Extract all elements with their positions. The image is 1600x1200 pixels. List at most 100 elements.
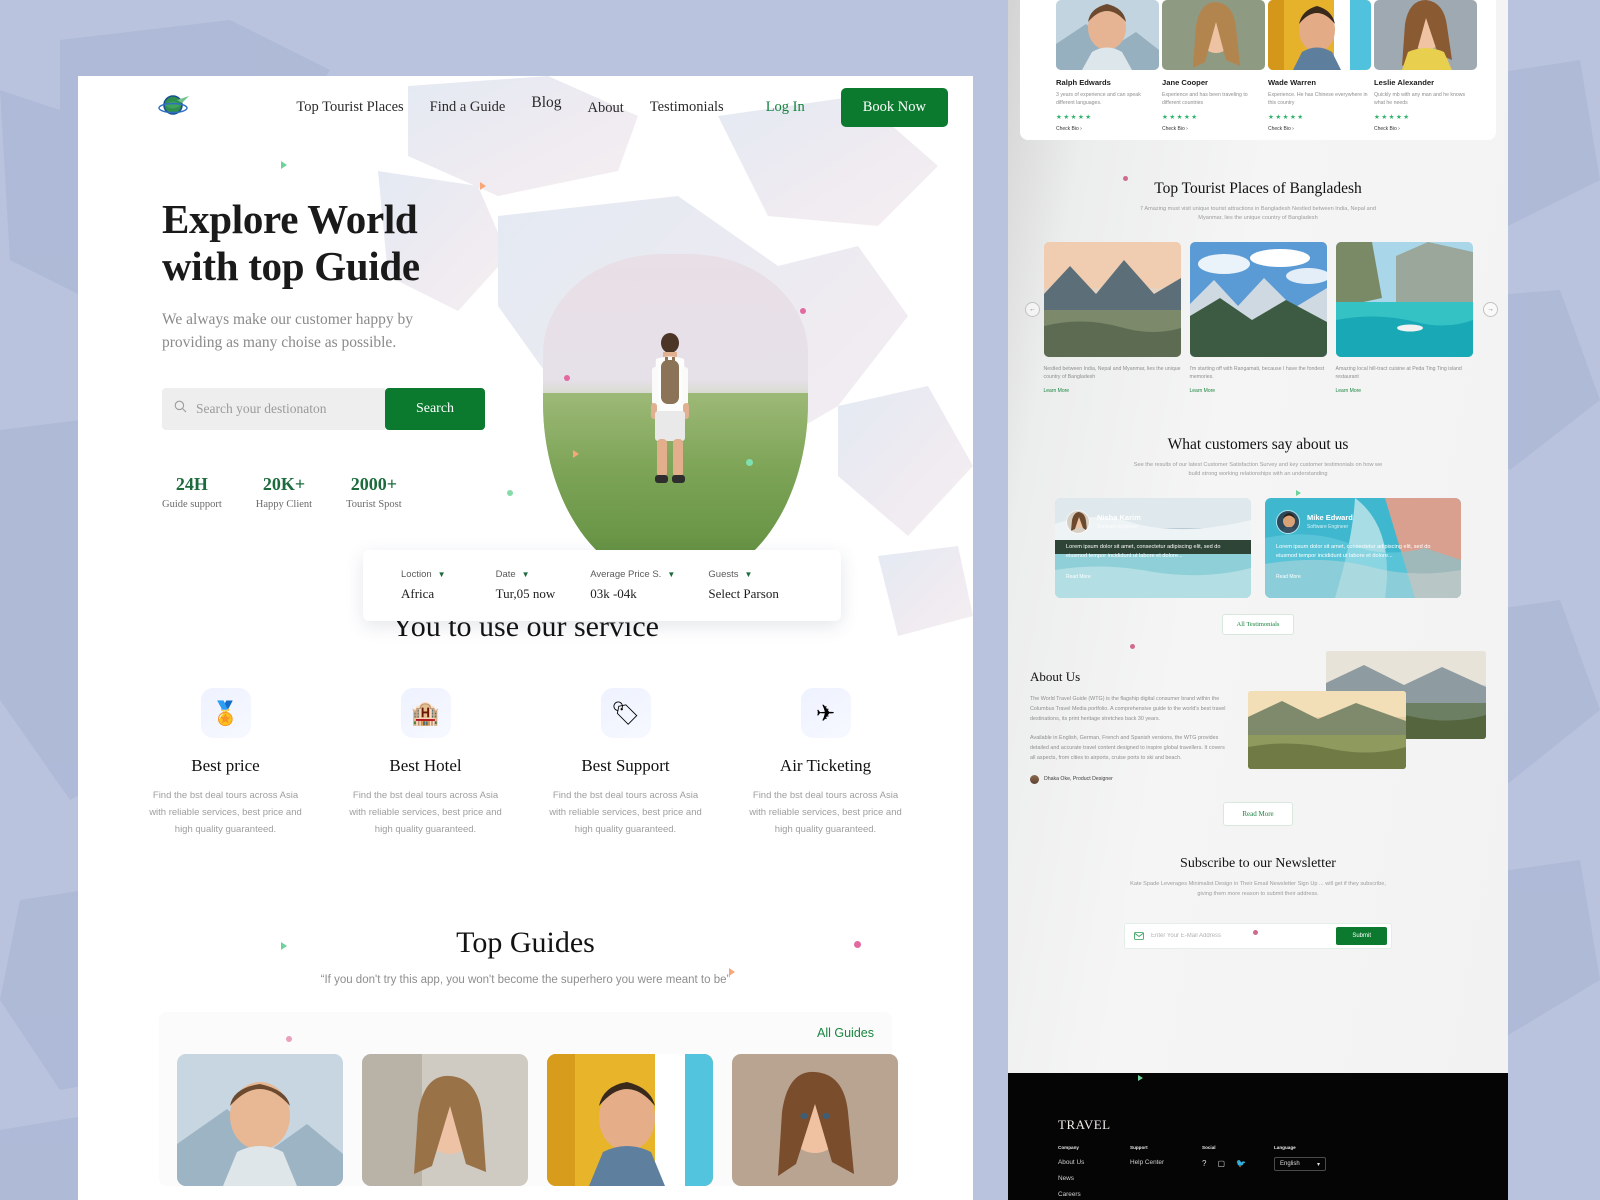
nav-item-testimonials[interactable]: Testimonials — [650, 99, 724, 116]
chevron-down-icon[interactable]: ▼ — [667, 570, 675, 579]
guide-card[interactable] — [547, 1054, 713, 1187]
filter-location[interactable]: Loction ▼ Africa — [401, 569, 496, 602]
decor-dot — [564, 375, 570, 381]
learn-more-link[interactable]: Learn More — [1336, 388, 1473, 394]
footer-link-help-center[interactable]: Help Center — [1130, 1159, 1202, 1166]
guide-name: Wade Warren — [1268, 78, 1316, 87]
nav-item-find-a-guide[interactable]: Find a Guide — [430, 99, 506, 116]
left-page-panel: Top Tourist Places Find a Guide Blog Abo… — [78, 76, 973, 1200]
guide-card[interactable] — [732, 1054, 898, 1187]
chevron-down-icon[interactable]: ▼ — [522, 570, 530, 579]
service-card-best-price[interactable]: 🏅 Best price Find the bst deal tours acr… — [126, 688, 326, 838]
footer-column-language: Language English ▾ — [1274, 1145, 1384, 1198]
login-link[interactable]: Log In — [766, 99, 805, 116]
decor-triangle — [281, 942, 287, 950]
avatar — [1276, 509, 1300, 534]
footer-heading: Social — [1202, 1145, 1216, 1150]
guide-profile-card[interactable]: Leslie Alexander Quickly mb with any man… — [1374, 0, 1477, 132]
nav-item-blog[interactable]: Blog — [531, 94, 561, 112]
stat-tourist-spot: 2000+ Tourist Spost — [346, 474, 402, 510]
newsletter-email-input[interactable] — [1151, 933, 1337, 940]
decor-dot — [854, 941, 861, 948]
top-guides-title: Top Guides — [456, 926, 595, 960]
stat-label: Tourist Spost — [346, 499, 402, 511]
footer-link-news[interactable]: News — [1058, 1175, 1130, 1182]
service-card-air-ticketing[interactable]: ✈ Air Ticketing Find the bst deal tours … — [726, 688, 926, 838]
service-card-best-hotel[interactable]: 🏨 Best Hotel Find the bst deal tours acr… — [326, 688, 526, 838]
decor-dot — [1253, 930, 1258, 935]
place-card[interactable]: Amazing local hill-tract cuisine at Peda… — [1335, 241, 1473, 394]
nav-item-top-tourist-places[interactable]: Top Tourist Places — [296, 99, 403, 116]
rating-stars: ★★★★★ — [1374, 113, 1411, 121]
search-box[interactable] — [162, 388, 385, 431]
testimonials-subtitle: See the results of our latest Customer S… — [1133, 461, 1383, 478]
tourist-places-row: Nestled between India, Nepal and Myanmar… — [1008, 241, 1508, 394]
place-card[interactable]: I'm starting off with Rangamati, because… — [1189, 241, 1327, 394]
right-page-panel: Ralph Edwards 3 years of experience and … — [1008, 0, 1508, 1200]
place-card[interactable]: Nestled between India, Nepal and Myanmar… — [1043, 241, 1181, 394]
check-bio-link[interactable]: Check Bio › — [1162, 126, 1265, 132]
guide-card[interactable] — [362, 1054, 528, 1187]
read-more-link[interactable]: Read More — [1066, 574, 1240, 580]
traveler-figure — [632, 327, 708, 502]
testimonial-overlay: Nisha Karim Software Engineer Lorem ipsu… — [1055, 498, 1251, 598]
tourist-places-subtitle: 7 Amazing must visit unique tourist attr… — [1139, 205, 1376, 222]
guide-profile-card[interactable]: Ralph Edwards 3 years of experience and … — [1056, 0, 1159, 132]
learn-more-link[interactable]: Learn More — [1190, 388, 1327, 394]
testimonial-name: Nisha Karim — [1097, 513, 1141, 523]
testimonial-card[interactable]: Mike Edward Software Engineer Lorem ipsu… — [1265, 497, 1461, 598]
service-desc: Find the bst deal tours across Asia with… — [749, 790, 902, 835]
twitter-icon[interactable]: 🐦 — [1236, 1159, 1246, 1168]
facebook-icon[interactable]: ? — [1202, 1159, 1206, 1168]
filter-average-price[interactable]: Average Price S. ▼ 03k -04k — [590, 569, 708, 602]
about-title: About Us — [1030, 668, 1081, 684]
learn-more-link[interactable]: Learn More — [1044, 388, 1181, 394]
guide-desc: Experience and has been traveling to dif… — [1162, 92, 1248, 107]
search-button[interactable]: Search — [385, 388, 485, 431]
search-input[interactable] — [196, 401, 373, 418]
guide-profile-card[interactable]: Wade Warren Experience. He has Chinese e… — [1268, 0, 1371, 132]
stat-value: 24H — [175, 474, 208, 495]
filter-date[interactable]: Date ▼ Tur,05 now — [496, 569, 591, 602]
nav-links: Top Tourist Places Find a Guide Blog Abo… — [296, 87, 948, 127]
place-desc: I'm starting off with Rangamati, because… — [1189, 365, 1325, 381]
chevron-down-icon[interactable]: ▼ — [438, 570, 446, 579]
about-read-more-button[interactable]: Read More — [1223, 801, 1293, 826]
guide-card[interactable] — [177, 1054, 343, 1187]
search-icon — [174, 400, 187, 418]
footer-link-about-us[interactable]: About Us — [1058, 1159, 1130, 1166]
guide-avatar-photo — [1268, 0, 1371, 70]
check-bio-link[interactable]: Check Bio › — [1268, 126, 1371, 132]
hero-title-line1: Explore World — [162, 196, 418, 242]
read-more-link[interactable]: Read More — [1276, 574, 1450, 580]
filter-guests[interactable]: Guests ▼ Select Parson — [708, 569, 803, 602]
arrow-left-icon[interactable]: ← — [1025, 301, 1040, 317]
guide-profile-card[interactable]: Jane Cooper Experience and has been trav… — [1162, 0, 1265, 132]
testimonial-card[interactable]: Nisha Karim Software Engineer Lorem ipsu… — [1055, 497, 1251, 598]
guide-photo — [362, 1054, 528, 1187]
newsletter-submit-button[interactable]: Submit — [1336, 927, 1387, 946]
filter-value: Africa — [401, 586, 435, 601]
language-select[interactable]: English ▾ — [1274, 1157, 1326, 1171]
avatar — [1066, 509, 1090, 534]
about-images — [1240, 650, 1486, 784]
filter-value: 03k -04k — [590, 586, 637, 601]
testimonial-name: Mike Edward — [1307, 513, 1353, 523]
nav-item-about[interactable]: About — [588, 100, 624, 117]
globe-plane-logo[interactable] — [158, 92, 192, 122]
rating-stars: ★★★★★ — [1268, 113, 1305, 121]
stat-label: Happy Client — [255, 499, 313, 511]
service-desc: Find the bst deal tours across Asia with… — [149, 790, 302, 835]
instagram-icon[interactable]: ▢ — [1217, 1159, 1225, 1168]
decor-triangle — [480, 182, 486, 190]
check-bio-link[interactable]: Check Bio › — [1056, 126, 1159, 132]
chevron-down-icon[interactable]: ▼ — [745, 570, 753, 579]
service-card-best-support[interactable]: 🏷 Best Support Find the bst deal tours a… — [526, 688, 726, 838]
guide-name: Leslie Alexander — [1374, 78, 1435, 87]
all-guides-link[interactable]: All Guides — [177, 1026, 874, 1040]
footer-link-careers[interactable]: Careers — [1058, 1191, 1130, 1198]
check-bio-link[interactable]: Check Bio › — [1374, 126, 1477, 132]
all-testimonials-button[interactable]: All Testimonials — [1221, 613, 1295, 635]
arrow-right-icon[interactable]: → — [1483, 301, 1498, 317]
book-now-button[interactable]: Book Now — [840, 87, 948, 127]
